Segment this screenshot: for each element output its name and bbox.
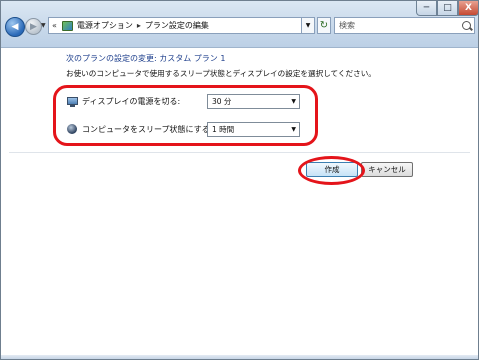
refresh-icon[interactable]: ↻: [317, 17, 331, 34]
page-title: 次のプランの設定の変更: カスタム プラン 1: [66, 54, 226, 63]
breadcrumb-power-options[interactable]: 電源オプション: [77, 20, 133, 31]
divider: [9, 152, 470, 153]
cancel-button[interactable]: キャンセル: [361, 162, 413, 177]
title-bar: ─ □ X ◀ ▶ ▼ « 電源オプション ▸ プラン設定の編集 ▼ ↻ 検索: [1, 1, 479, 48]
maximize-button[interactable]: □: [437, 1, 458, 16]
breadcrumb-separator-icon[interactable]: ▸: [137, 21, 141, 30]
address-dropdown-icon[interactable]: ▼: [302, 17, 315, 34]
back-arrow-icon[interactable]: ◀: [5, 17, 25, 37]
create-button-highlight-oval: [298, 156, 365, 185]
window: ─ □ X ◀ ▶ ▼ « 電源オプション ▸ プラン設定の編集 ▼ ↻ 検索 …: [0, 0, 479, 360]
window-bottom-edge: [1, 355, 478, 359]
search-placeholder: 検索: [339, 21, 355, 30]
address-bar[interactable]: « 電源オプション ▸ プラン設定の編集: [48, 17, 302, 34]
search-input[interactable]: 検索: [334, 17, 475, 34]
page-description: お使いのコンピュータで使用するスリープ状態とディスプレイの設定を選択してください…: [66, 69, 376, 78]
minimize-button[interactable]: ─: [416, 1, 437, 16]
breadcrumb-edit-plan[interactable]: プラン設定の編集: [145, 20, 209, 31]
forward-arrow-icon[interactable]: ▶: [25, 18, 42, 35]
control-panel-icon: [61, 20, 73, 31]
close-button[interactable]: X: [458, 1, 479, 16]
settings-highlight-outline: [53, 85, 318, 146]
search-icon[interactable]: [462, 21, 471, 30]
recent-pages-dropdown-icon[interactable]: ▼: [41, 22, 46, 29]
address-chevron[interactable]: «: [52, 21, 57, 30]
